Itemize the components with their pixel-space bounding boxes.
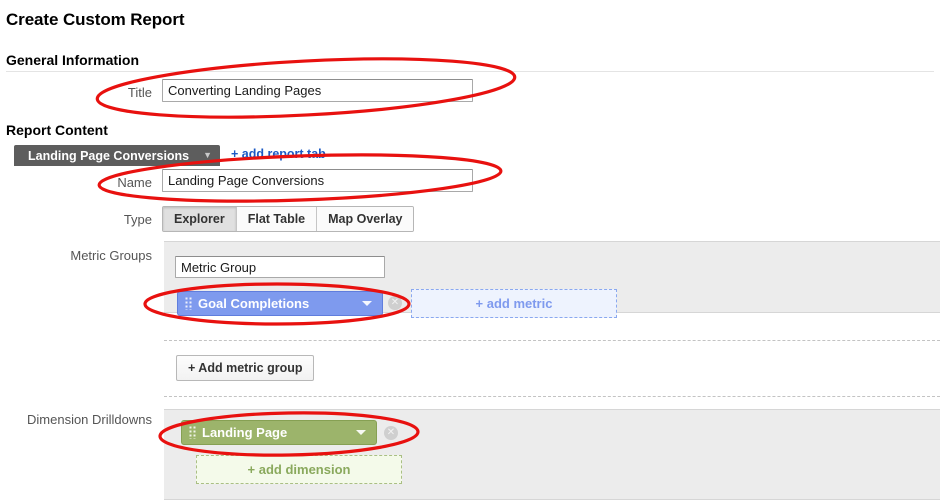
- add-metric-button[interactable]: + add metric: [411, 289, 617, 318]
- general-information-heading: General Information: [6, 52, 140, 68]
- metric-group-name-input[interactable]: [175, 256, 385, 278]
- name-field-label: Name: [117, 175, 152, 190]
- type-option-flat-table[interactable]: Flat Table: [236, 207, 318, 231]
- remove-dimension-icon[interactable]: ✕: [384, 426, 398, 440]
- dimension-drilldowns-label: Dimension Drilldowns: [27, 412, 152, 427]
- title-input[interactable]: [162, 79, 473, 102]
- type-button-group: Explorer Flat Table Map Overlay: [162, 206, 415, 232]
- add-metric-label: + add metric: [475, 296, 553, 311]
- metric-pill-goal-completions[interactable]: Goal Completions: [177, 291, 383, 316]
- remove-metric-icon[interactable]: ✕: [388, 296, 402, 310]
- add-report-tab-link[interactable]: + add report tab: [231, 147, 326, 161]
- type-field-label: Type: [123, 212, 152, 227]
- dimension-pill-landing-page[interactable]: Landing Page: [181, 420, 377, 445]
- section-divider: [6, 71, 934, 72]
- report-tab-label: Landing Page Conversions: [28, 148, 190, 163]
- drag-handle-icon[interactable]: [189, 426, 196, 439]
- type-option-explorer[interactable]: Explorer: [163, 207, 237, 231]
- type-option-map-overlay[interactable]: Map Overlay: [317, 207, 414, 231]
- title-field-label: Title: [127, 85, 152, 100]
- chevron-down-icon[interactable]: [356, 430, 366, 435]
- metric-groups-label: Metric Groups: [70, 248, 152, 263]
- page-title: Create Custom Report: [6, 10, 185, 29]
- report-content-heading: Report Content: [6, 122, 108, 138]
- chevron-down-icon[interactable]: [362, 301, 372, 306]
- chevron-down-icon[interactable]: ▼: [203, 151, 212, 160]
- drag-handle-icon[interactable]: [185, 297, 192, 310]
- add-dimension-label: + add dimension: [247, 462, 351, 477]
- metric-pill-label: Goal Completions: [198, 296, 310, 311]
- report-tab[interactable]: Landing Page Conversions ▼: [14, 145, 221, 166]
- name-input[interactable]: [162, 169, 473, 192]
- add-metric-group-button[interactable]: + Add metric group: [176, 355, 315, 381]
- dimension-pill-label: Landing Page: [202, 425, 288, 440]
- add-dimension-button[interactable]: + add dimension: [196, 455, 402, 484]
